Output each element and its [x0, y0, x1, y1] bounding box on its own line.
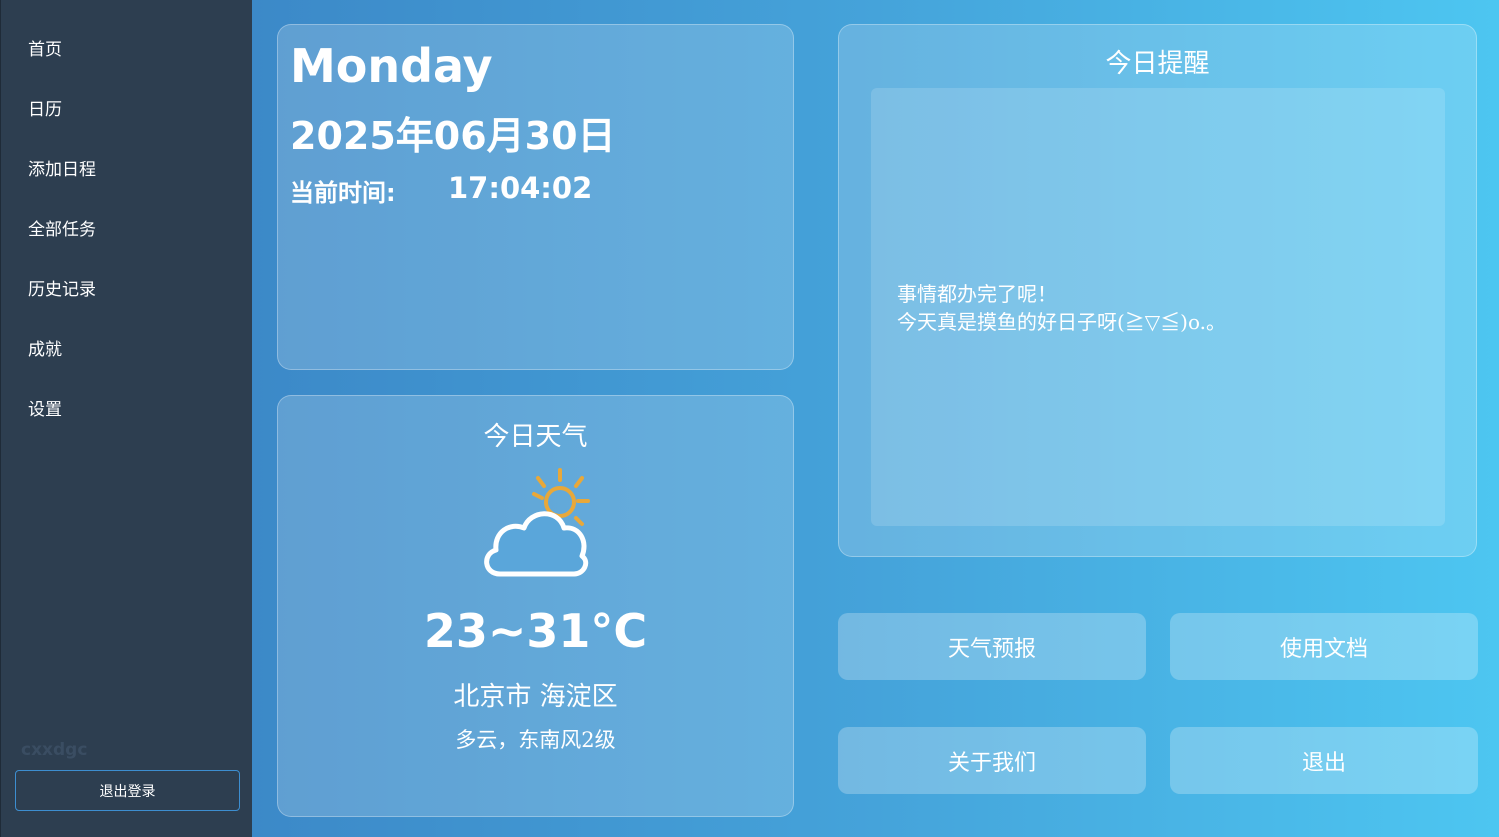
- sidebar: 首页 日历 添加日程 全部任务 历史记录 成就 设置 cxxdgc 退出登录: [0, 0, 252, 837]
- reminder-text: 事情都办完了呢！ 今天真是摸鱼的好日子呀(≧▽≦)o.。: [897, 282, 1227, 334]
- reminder-card: 今日提醒 事情都办完了呢！ 今天真是摸鱼的好日子呀(≧▽≦)o.。: [838, 24, 1477, 557]
- sidebar-item-add-schedule[interactable]: 添加日程: [28, 155, 96, 180]
- temperature-range: 23~31°C: [423, 604, 648, 658]
- sidebar-item-achievements[interactable]: 成就: [28, 335, 62, 360]
- current-time-value: 17:04:02: [448, 171, 593, 205]
- docs-button[interactable]: 使用文档: [1170, 613, 1478, 680]
- weekday-label: Monday: [290, 39, 493, 93]
- username-label: cxxdgc: [21, 740, 88, 760]
- weather-forecast-button[interactable]: 天气预报: [838, 613, 1146, 680]
- sidebar-item-calendar[interactable]: 日历: [28, 95, 62, 120]
- sidebar-item-settings[interactable]: 设置: [28, 395, 62, 420]
- weather-card: 今日天气 23~31°C 北京市 海淀区 多云，东南风2级: [277, 395, 794, 817]
- main-content: Monday 2025年06月30日 当前时间: 17:04:02 今日天气 2…: [252, 0, 1499, 837]
- partly-cloudy-icon: [478, 466, 598, 581]
- reminder-box: 事情都办完了呢！ 今天真是摸鱼的好日子呀(≧▽≦)o.。: [871, 88, 1445, 526]
- weather-condition: 多云，东南风2级: [455, 728, 616, 752]
- sidebar-item-home[interactable]: 首页: [28, 35, 62, 60]
- weather-title: 今日天气: [483, 422, 588, 452]
- date-label: 2025年06月30日: [290, 114, 616, 158]
- date-card: Monday 2025年06月30日 当前时间: 17:04:02: [277, 24, 794, 370]
- current-time-label: 当前时间:: [290, 179, 396, 207]
- sidebar-item-all-tasks[interactable]: 全部任务: [28, 215, 96, 240]
- reminder-title: 今日提醒: [1105, 49, 1210, 79]
- about-us-button[interactable]: 关于我们: [838, 727, 1146, 794]
- logout-button[interactable]: 退出登录: [15, 770, 240, 811]
- weather-location: 北京市 海淀区: [453, 682, 618, 712]
- exit-button[interactable]: 退出: [1170, 727, 1478, 794]
- sidebar-item-history[interactable]: 历史记录: [28, 275, 96, 300]
